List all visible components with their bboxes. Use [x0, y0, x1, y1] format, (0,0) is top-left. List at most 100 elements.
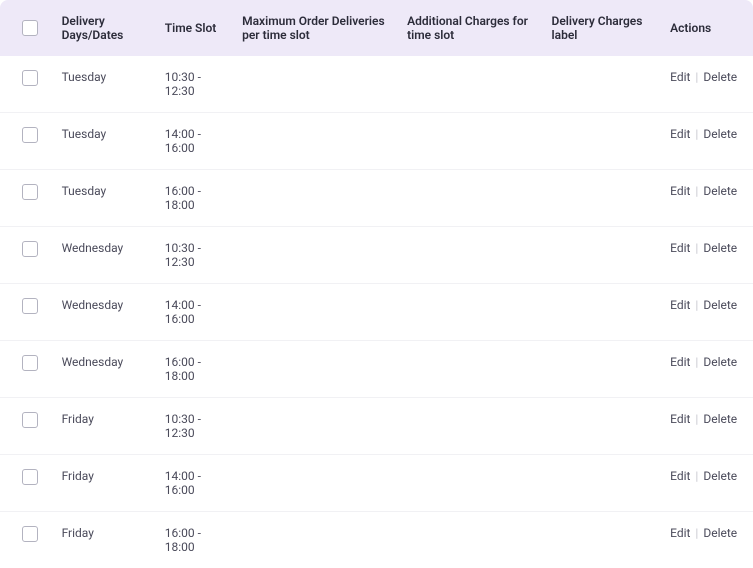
- select-all-checkbox[interactable]: [22, 20, 38, 36]
- row-checkbox[interactable]: [22, 412, 38, 428]
- cell-max-orders: [232, 284, 397, 341]
- header-additional-charges: Additional Charges for time slot: [397, 0, 541, 56]
- cell-delivery-day: Tuesday: [52, 170, 155, 227]
- cell-max-orders: [232, 341, 397, 398]
- cell-charges-label: [542, 227, 661, 284]
- action-separator: |: [692, 241, 701, 255]
- cell-charges-label: [542, 170, 661, 227]
- cell-time-slot: 14:00 - 16:00: [155, 284, 232, 341]
- row-checkbox[interactable]: [22, 298, 38, 314]
- table-row: Friday14:00 - 16:00 Edit | Delete: [0, 455, 753, 512]
- row-checkbox-cell: [0, 512, 52, 568]
- table-row: Wednesday10:30 - 12:30Edit | Delete: [0, 227, 753, 284]
- header-checkbox-cell: [0, 0, 52, 56]
- cell-delivery-day: Wednesday: [52, 227, 155, 284]
- cell-time-slot: 14:00 - 16:00: [155, 113, 232, 170]
- row-checkbox-cell: [0, 398, 52, 455]
- action-separator: |: [692, 127, 701, 141]
- table-row: Tuesday14:00 - 16:00Edit | Delete: [0, 113, 753, 170]
- cell-additional-charges: [397, 227, 541, 284]
- action-separator: |: [692, 526, 701, 540]
- cell-time-slot: 16:00 - 18:00: [155, 512, 232, 568]
- delete-link[interactable]: Delete: [703, 412, 737, 426]
- cell-time-slot: 16:00 - 18:00: [155, 341, 232, 398]
- cell-max-orders: [232, 398, 397, 455]
- cell-max-orders: [232, 170, 397, 227]
- delivery-slots-table-wrapper: Delivery Days/Dates Time Slot Maximum Or…: [0, 0, 753, 568]
- delete-link[interactable]: Delete: [703, 70, 737, 84]
- row-checkbox[interactable]: [22, 526, 38, 542]
- row-checkbox-cell: [0, 56, 52, 113]
- cell-max-orders: [232, 512, 397, 568]
- cell-time-slot: 14:00 - 16:00: [155, 455, 232, 512]
- edit-link[interactable]: Edit: [670, 70, 690, 84]
- cell-delivery-day: Wednesday: [52, 284, 155, 341]
- cell-charges-label: [542, 113, 661, 170]
- cell-actions: Edit | Delete: [660, 455, 753, 512]
- cell-time-slot: 10:30 - 12:30: [155, 56, 232, 113]
- cell-charges-label: [542, 455, 661, 512]
- row-checkbox[interactable]: [22, 469, 38, 485]
- edit-link[interactable]: Edit: [670, 526, 690, 540]
- edit-link[interactable]: Edit: [670, 298, 690, 312]
- row-checkbox-cell: [0, 227, 52, 284]
- action-separator: |: [692, 70, 701, 84]
- row-checkbox[interactable]: [22, 184, 38, 200]
- cell-time-slot: 16:00 - 18:00: [155, 170, 232, 227]
- table-body: Tuesday10:30 - 12:30Edit | DeleteTuesday…: [0, 56, 753, 568]
- cell-actions: Edit | Delete: [660, 56, 753, 113]
- cell-delivery-day: Friday: [52, 512, 155, 568]
- cell-charges-label: [542, 398, 661, 455]
- cell-actions: Edit | Delete: [660, 284, 753, 341]
- header-max-orders: Maximum Order Deliveries per time slot: [232, 0, 397, 56]
- table-row: Tuesday10:30 - 12:30Edit | Delete: [0, 56, 753, 113]
- cell-actions: Edit | Delete: [660, 398, 753, 455]
- delete-link[interactable]: Delete: [703, 184, 737, 198]
- header-actions: Actions: [660, 0, 753, 56]
- cell-additional-charges: [397, 56, 541, 113]
- cell-max-orders: [232, 227, 397, 284]
- table-row: Wednesday14:00 - 16:00 Edit | Delete: [0, 284, 753, 341]
- table-row: Friday16:00 - 18:00 Edit | Delete: [0, 512, 753, 568]
- row-checkbox-cell: [0, 170, 52, 227]
- delivery-slots-table: Delivery Days/Dates Time Slot Maximum Or…: [0, 0, 753, 568]
- row-checkbox[interactable]: [22, 70, 38, 86]
- row-checkbox[interactable]: [22, 241, 38, 257]
- edit-link[interactable]: Edit: [670, 412, 690, 426]
- cell-max-orders: [232, 56, 397, 113]
- edit-link[interactable]: Edit: [670, 355, 690, 369]
- row-checkbox[interactable]: [22, 127, 38, 143]
- cell-additional-charges: [397, 284, 541, 341]
- table-row: Wednesday16:00 - 18:00 Edit | Delete: [0, 341, 753, 398]
- delete-link[interactable]: Delete: [703, 355, 737, 369]
- action-separator: |: [692, 412, 701, 426]
- delete-link[interactable]: Delete: [703, 298, 737, 312]
- cell-delivery-day: Friday: [52, 455, 155, 512]
- edit-link[interactable]: Edit: [670, 241, 690, 255]
- table-row: Tuesday16:00 - 18:00 Edit | Delete: [0, 170, 753, 227]
- delete-link[interactable]: Delete: [703, 127, 737, 141]
- header-time-slot: Time Slot: [155, 0, 232, 56]
- cell-actions: Edit | Delete: [660, 227, 753, 284]
- delete-link[interactable]: Delete: [703, 526, 737, 540]
- edit-link[interactable]: Edit: [670, 469, 690, 483]
- cell-additional-charges: [397, 398, 541, 455]
- action-separator: |: [692, 184, 701, 198]
- delete-link[interactable]: Delete: [703, 241, 737, 255]
- row-checkbox[interactable]: [22, 355, 38, 371]
- edit-link[interactable]: Edit: [670, 184, 690, 198]
- row-checkbox-cell: [0, 341, 52, 398]
- row-checkbox-cell: [0, 455, 52, 512]
- cell-additional-charges: [397, 512, 541, 568]
- cell-additional-charges: [397, 113, 541, 170]
- table-header: Delivery Days/Dates Time Slot Maximum Or…: [0, 0, 753, 56]
- cell-additional-charges: [397, 341, 541, 398]
- cell-actions: Edit | Delete: [660, 512, 753, 568]
- cell-delivery-day: Wednesday: [52, 341, 155, 398]
- delete-link[interactable]: Delete: [703, 469, 737, 483]
- cell-delivery-day: Friday: [52, 398, 155, 455]
- cell-actions: Edit | Delete: [660, 341, 753, 398]
- cell-charges-label: [542, 56, 661, 113]
- table-row: Friday10:30 - 12:30Edit | Delete: [0, 398, 753, 455]
- edit-link[interactable]: Edit: [670, 127, 690, 141]
